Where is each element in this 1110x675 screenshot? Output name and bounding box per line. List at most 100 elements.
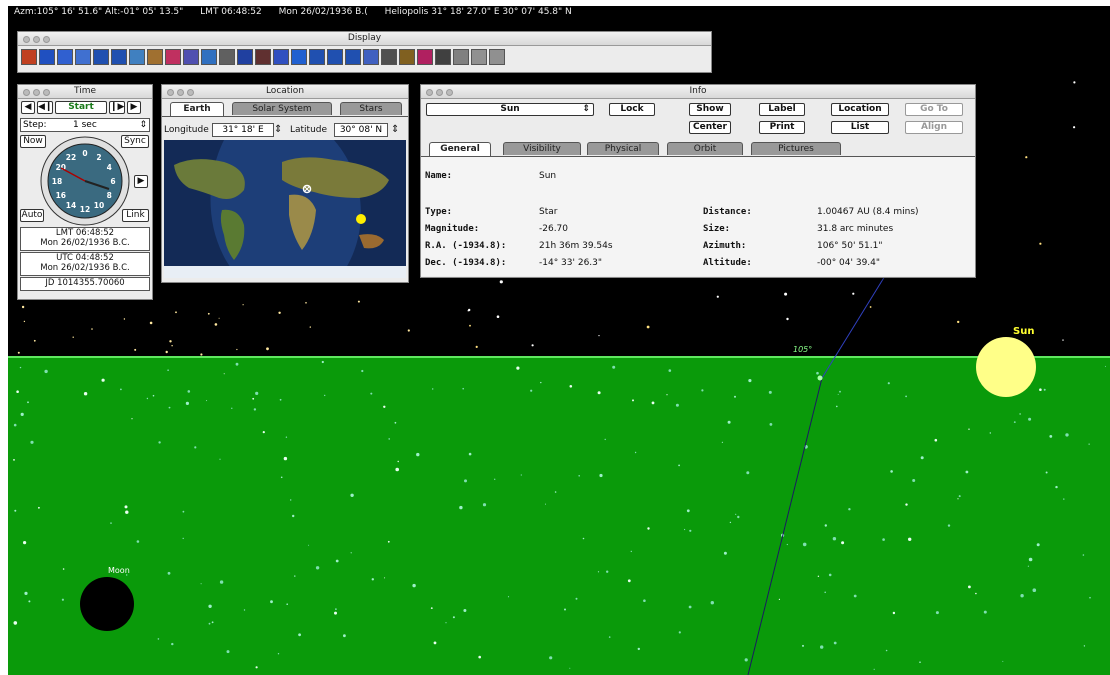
pencil-icon[interactable] <box>453 49 469 65</box>
tab-general[interactable]: General <box>429 142 491 156</box>
goto-button[interactable]: Go To <box>905 103 963 116</box>
time-titlebar[interactable]: Time <box>18 85 152 99</box>
tab-visibility[interactable]: Visibility <box>503 142 581 155</box>
sort-down-icon[interactable] <box>327 49 343 65</box>
display-titlebar[interactable]: Display <box>18 32 711 46</box>
time-window[interactable]: Time ◀ ◀❙ Start ❙▶ ▶ Step: 1 sec ⇕ Now S… <box>17 84 153 300</box>
ra-value: 21h 36m 39.54s <box>539 241 613 251</box>
show-button[interactable]: Show <box>689 103 731 116</box>
type-label: Type: <box>425 207 453 217</box>
step-back-fast-button[interactable]: ◀ <box>21 101 35 114</box>
longitude-stepper-icon[interactable]: ⇕ <box>274 124 282 135</box>
clock-number: 8 <box>107 191 112 200</box>
boundaries-icon[interactable] <box>165 49 181 65</box>
lmt-time: LMT 06:48:52 <box>55 228 115 238</box>
tab-solar-system[interactable]: Solar System <box>232 102 332 115</box>
comets-icon[interactable] <box>39 49 55 65</box>
azm-alt-readout: Azm:105° 16' 51.6" Alt:-01° 05' 13.5" <box>14 7 184 17</box>
close-icon[interactable] <box>426 89 433 96</box>
sun-subpoint-marker <box>356 214 366 224</box>
info-titlebar[interactable]: Info <box>421 85 975 99</box>
sort-up-icon[interactable] <box>309 49 325 65</box>
step-forward-fast-button[interactable]: ▶ <box>127 101 141 114</box>
list-button[interactable]: List <box>831 121 889 134</box>
type-value: Star <box>539 207 558 217</box>
info-window[interactable]: Info Sun ⇕ Lock Show Center Label Print … <box>420 84 976 278</box>
ground-view[interactable] <box>8 357 1110 675</box>
grid-icon[interactable] <box>345 49 361 65</box>
window-controls[interactable] <box>167 88 197 101</box>
close-icon[interactable] <box>167 89 174 96</box>
milky-way-icon[interactable] <box>273 49 289 65</box>
telescope-icon[interactable] <box>489 49 505 65</box>
nebula-icon[interactable] <box>255 49 271 65</box>
latitude-field[interactable]: 30° 08' N <box>334 123 388 137</box>
figure-icon[interactable] <box>147 49 163 65</box>
landscape-icon[interactable] <box>399 49 415 65</box>
latitude-stepper-icon[interactable]: ⇕ <box>391 124 399 135</box>
display-window[interactable]: Display <box>17 31 712 73</box>
labels-icon[interactable] <box>183 49 199 65</box>
zoom-icon[interactable] <box>43 89 50 96</box>
size-value: 31.8 arc minutes <box>817 224 894 234</box>
print-button[interactable]: Print <box>759 121 805 134</box>
close-icon[interactable] <box>23 36 30 43</box>
messier-icon[interactable] <box>237 49 253 65</box>
lock-button[interactable]: Lock <box>609 103 655 116</box>
link-button[interactable]: Link <box>122 209 149 222</box>
zoom-icon[interactable] <box>43 36 50 43</box>
jd-value: JD 1014355.70060 <box>45 278 125 288</box>
horizon-icon[interactable] <box>363 49 379 65</box>
step-select[interactable]: Step: 1 sec ⇕ <box>20 118 150 132</box>
location-button[interactable]: Location <box>831 103 889 116</box>
window-controls[interactable] <box>426 88 456 101</box>
name-label: Name: <box>425 171 453 181</box>
size-label: Size: <box>703 224 731 234</box>
step-back-button[interactable]: ◀❙ <box>37 101 53 114</box>
panel-icon[interactable] <box>435 49 451 65</box>
object-select[interactable]: Sun ⇕ <box>426 103 594 116</box>
play-triangle-button[interactable]: ▶ <box>134 175 148 188</box>
clock-number: 0 <box>82 149 87 158</box>
minimize-icon[interactable] <box>436 89 443 96</box>
step-forward-button[interactable]: ❙▶ <box>109 101 125 114</box>
color-palette-icon[interactable] <box>417 49 433 65</box>
tab-pictures[interactable]: Pictures <box>751 142 841 155</box>
minimize-icon[interactable] <box>177 89 184 96</box>
tab-physical[interactable]: Physical <box>587 142 659 155</box>
minimize-icon[interactable] <box>33 89 40 96</box>
longitude-field[interactable]: 31° 18' E <box>212 123 274 137</box>
zoom-icon[interactable] <box>446 89 453 96</box>
zodiac-icon[interactable] <box>201 49 217 65</box>
arrows-down-icon[interactable] <box>111 49 127 65</box>
binoculars-icon[interactable] <box>219 49 235 65</box>
auto-button[interactable]: Auto <box>20 209 44 222</box>
close-icon[interactable] <box>23 89 30 96</box>
tab-orbit[interactable]: Orbit <box>667 142 743 155</box>
window-controls[interactable] <box>23 88 53 101</box>
circle-arrow-icon[interactable] <box>471 49 487 65</box>
zoom-icon[interactable] <box>187 89 194 96</box>
galaxy-icon[interactable] <box>291 49 307 65</box>
align-button[interactable]: Align <box>905 121 963 134</box>
center-button[interactable]: Center <box>689 121 731 134</box>
arrows-up-icon[interactable] <box>93 49 109 65</box>
star-cluster-icon[interactable] <box>75 49 91 65</box>
planets-icon[interactable] <box>21 49 37 65</box>
earth-map[interactable] <box>164 140 406 278</box>
lines-icon[interactable] <box>129 49 145 65</box>
clock-number: 4 <box>107 163 112 172</box>
label-button[interactable]: Label <box>759 103 805 116</box>
window-controls[interactable] <box>23 35 53 48</box>
minimize-icon[interactable] <box>33 36 40 43</box>
location-window[interactable]: Location Earth Solar System Stars Longit… <box>161 84 409 283</box>
magnitude-label: Magnitude: <box>425 224 480 234</box>
date-readout: Mon 26/02/1936 B.( <box>278 7 368 17</box>
tab-earth[interactable]: Earth <box>170 102 224 116</box>
analog-clock[interactable]: 22 0 220 418 616 814 12 10 <box>39 135 131 227</box>
start-button[interactable]: Start <box>55 101 107 114</box>
tab-stars[interactable]: Stars <box>340 102 402 115</box>
constellation-icon[interactable] <box>57 49 73 65</box>
location-titlebar[interactable]: Location <box>162 85 408 99</box>
abc-labels-icon[interactable] <box>381 49 397 65</box>
